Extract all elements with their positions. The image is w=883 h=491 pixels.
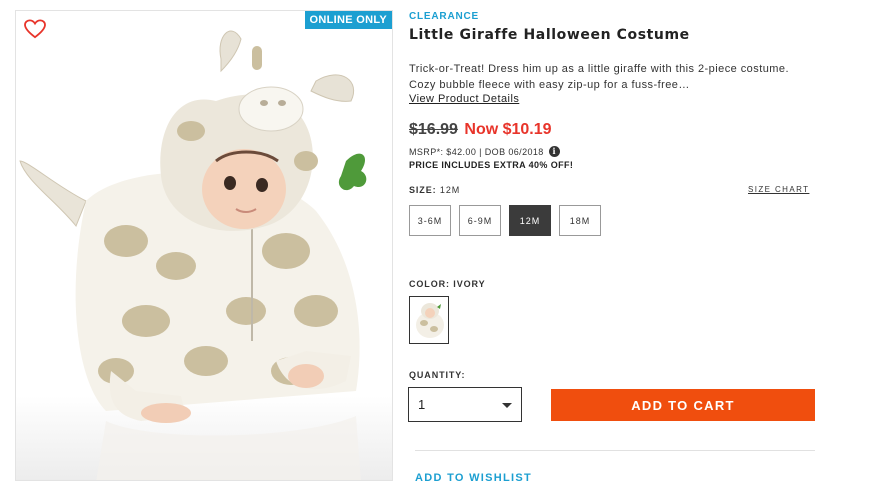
- swatch-thumbnail: [410, 297, 448, 343]
- heart-icon[interactable]: [24, 19, 46, 39]
- size-label-text: SIZE:: [409, 185, 437, 195]
- product-photo: [16, 11, 392, 480]
- color-label: COLOR: IVORY: [409, 279, 486, 289]
- extra-discount-note: PRICE INCLUDES EXTRA 40% OFF!: [409, 160, 574, 170]
- quantity-value: 1: [418, 397, 426, 412]
- add-to-cart-button[interactable]: ADD TO CART: [551, 389, 815, 421]
- online-only-badge: ONLINE ONLY: [304, 11, 392, 29]
- size-options: 3-6M 6-9M 12M 18M: [409, 205, 601, 236]
- price-row: $16.99 Now $10.19: [409, 121, 552, 139]
- size-option-12m[interactable]: 12M: [509, 205, 551, 236]
- size-chart-link[interactable]: SIZE CHART: [748, 185, 809, 194]
- divider: [415, 450, 815, 451]
- caret-down-icon: [502, 403, 512, 408]
- sale-price: Now $10.19: [464, 121, 552, 138]
- size-label: SIZE: 12M: [409, 185, 460, 195]
- clearance-tag: CLEARANCE: [409, 11, 479, 22]
- product-title: Little Giraffe Halloween Costume: [409, 27, 690, 43]
- quantity-select[interactable]: 1: [408, 387, 522, 422]
- msrp-info: MSRP*: $42.00 | DOB 06/2018 i: [409, 146, 560, 157]
- product-image-panel[interactable]: ONLINE ONLY: [15, 10, 393, 481]
- msrp-text: MSRP*: $42.00 | DOB 06/2018: [409, 146, 544, 157]
- size-option-18m[interactable]: 18M: [559, 205, 601, 236]
- size-option-6-9m[interactable]: 6-9M: [459, 205, 501, 236]
- add-to-wishlist-link[interactable]: ADD TO WISHLIST: [415, 472, 532, 484]
- quantity-label: QUANTITY:: [409, 370, 466, 380]
- product-description: Trick-or-Treat! Dress him up as a little…: [409, 63, 789, 91]
- size-option-3-6m[interactable]: 3-6M: [409, 205, 451, 236]
- color-swatch-ivory[interactable]: [409, 296, 449, 344]
- selected-size-text: 12M: [439, 185, 461, 195]
- original-price: $16.99: [409, 121, 458, 138]
- info-icon[interactable]: i: [548, 146, 560, 157]
- view-product-details-link[interactable]: View Product Details: [409, 93, 519, 105]
